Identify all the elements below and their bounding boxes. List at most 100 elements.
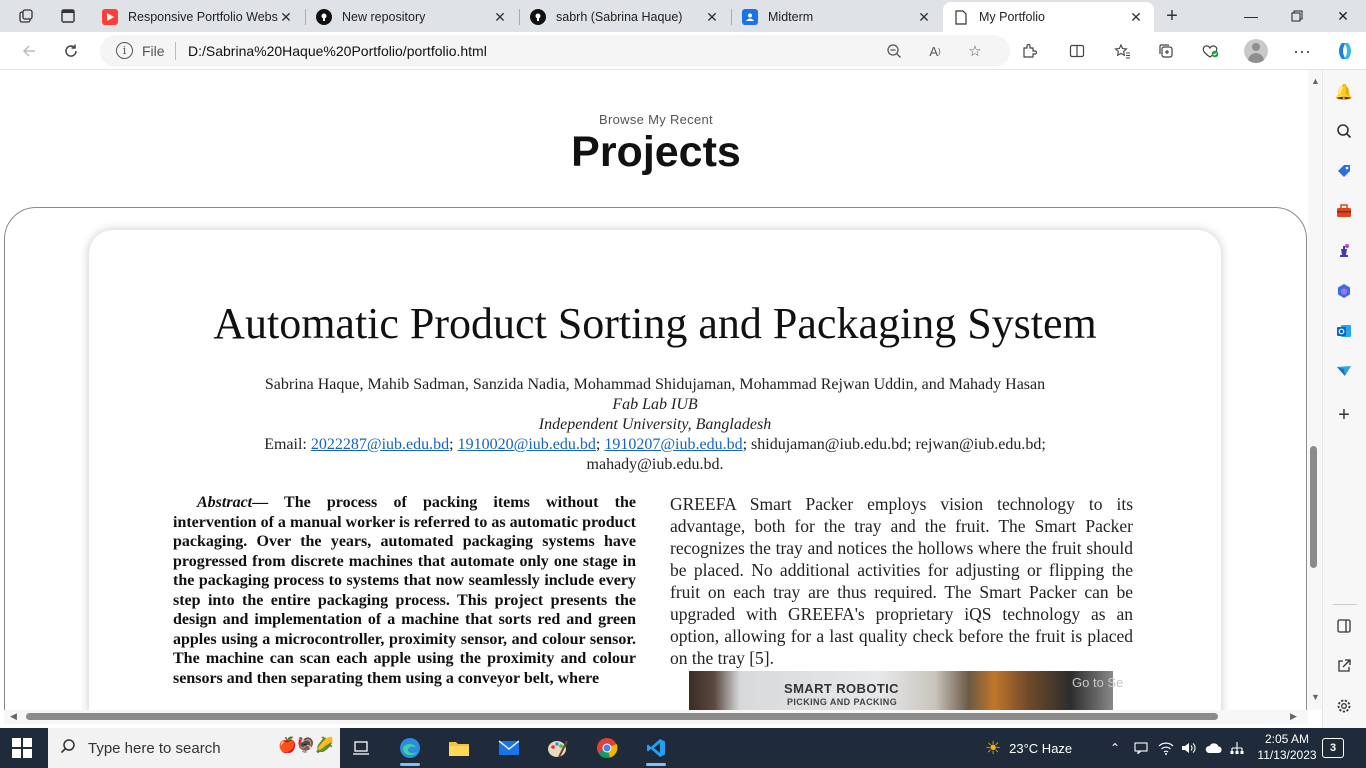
vertical-scrollbar[interactable]: ▲ ▼ xyxy=(1308,70,1322,710)
email-link[interactable]: 1910020@iub.edu.bd xyxy=(458,436,596,453)
tab-midterm[interactable]: Midterm ✕ xyxy=(732,2,942,32)
add-sidebar-app-icon[interactable]: + xyxy=(1333,404,1355,426)
outlook-icon[interactable] xyxy=(1333,320,1355,342)
drop-icon[interactable] xyxy=(1333,360,1355,382)
more-menu-icon[interactable]: ··· xyxy=(1287,37,1317,65)
windows-start-icon[interactable] xyxy=(12,738,32,758)
tab-title: sabrh (Sabrina Haque) xyxy=(556,10,683,24)
search-placeholder: Type here to search xyxy=(88,739,221,757)
browser-essentials-icon[interactable] xyxy=(1195,37,1225,65)
open-external-icon[interactable] xyxy=(1333,655,1355,677)
clock-date: 11/13/2023 xyxy=(1257,748,1317,762)
speech-icon[interactable] xyxy=(1134,728,1148,768)
tab-title: New repository xyxy=(342,10,426,24)
paper-affiliation: Fab Lab IUB xyxy=(612,396,698,413)
paper-email-last: mahady@iub.edu.bd. xyxy=(586,456,724,473)
paper-university: Independent University, Bangladesh xyxy=(538,416,772,433)
tab-github-profile[interactable]: sabrh (Sabrina Haque) ✕ xyxy=(520,2,730,32)
search-icon[interactable] xyxy=(1333,120,1355,142)
minimize-icon[interactable]: — xyxy=(1228,0,1274,32)
paint-icon[interactable] xyxy=(538,732,578,764)
vertical-scroll-thumb[interactable] xyxy=(1310,446,1317,568)
show-hidden-icons[interactable]: ⌃ xyxy=(1110,728,1120,768)
close-window-icon[interactable]: ✕ xyxy=(1320,0,1366,32)
games-icon[interactable] xyxy=(1333,240,1355,262)
youtube-icon xyxy=(102,9,118,25)
address-bar[interactable]: i File D:/Sabrina%20Haque%20Portfolio/po… xyxy=(100,35,1010,67)
github-icon xyxy=(530,9,546,25)
zoom-out-icon[interactable] xyxy=(884,41,904,61)
photo-caption: SMART ROBOTIC xyxy=(784,681,899,696)
restore-icon[interactable] xyxy=(1274,0,1320,32)
weather-text: 23°C Haze xyxy=(1009,740,1073,756)
tools-icon[interactable] xyxy=(1333,200,1355,222)
paper-abstract: Abstract— The process of packing items w… xyxy=(173,493,636,688)
close-tab-icon[interactable]: ✕ xyxy=(916,9,932,26)
abstract-text: — The process of packing items without t… xyxy=(173,494,636,687)
scroll-right-icon[interactable]: ▶ xyxy=(1290,711,1297,722)
section-subtitle: Browse My Recent xyxy=(599,112,713,127)
scroll-left-icon[interactable]: ◀ xyxy=(10,711,17,722)
haze-weather-icon: ☀ xyxy=(985,737,1002,758)
activation-watermark: Go to Se xyxy=(1072,675,1124,690)
email-link[interactable]: 2022287@iub.edu.bd xyxy=(311,436,449,453)
search-highlight-decoration-icon: 🍎🦃🌽 xyxy=(277,737,334,754)
refresh-icon[interactable] xyxy=(56,37,86,65)
file-explorer-icon[interactable] xyxy=(439,732,479,764)
task-view-icon[interactable] xyxy=(341,732,381,764)
new-tab-icon[interactable]: + xyxy=(1158,4,1186,28)
back-icon[interactable] xyxy=(14,37,44,65)
edge-sidebar: 🔔 + xyxy=(1322,70,1366,728)
hide-sidebar-icon[interactable] xyxy=(1333,615,1355,637)
weather-widget[interactable]: ☀ 23°C Haze xyxy=(985,728,1072,768)
horizontal-scroll-thumb[interactable] xyxy=(26,713,1218,720)
chrome-icon[interactable] xyxy=(587,732,627,764)
scroll-up-icon[interactable]: ▲ xyxy=(1311,76,1320,86)
extensions-icon[interactable] xyxy=(1014,37,1044,65)
split-screen-icon[interactable] xyxy=(1062,37,1092,65)
url-text[interactable]: D:/Sabrina%20Haque%20Portfolio/portfolio… xyxy=(188,43,487,59)
bell-icon[interactable]: 🔔 xyxy=(1333,81,1355,103)
profile-avatar[interactable] xyxy=(1241,37,1271,65)
network-lan-icon[interactable] xyxy=(1230,728,1244,768)
search-icon xyxy=(60,738,80,759)
scroll-down-icon[interactable]: ▼ xyxy=(1311,692,1320,702)
paper-right-column: GREEFA Smart Packer employs vision techn… xyxy=(670,494,1133,668)
read-aloud-icon[interactable]: A) xyxy=(925,41,945,61)
vscode-icon[interactable] xyxy=(636,732,676,766)
close-tab-icon[interactable]: ✕ xyxy=(704,9,720,26)
copilot-icon[interactable] xyxy=(1329,37,1359,65)
email-link[interactable]: 1910207@iub.edu.bd xyxy=(604,436,742,453)
mail-icon[interactable] xyxy=(489,732,529,764)
horizontal-scrollbar[interactable]: ◀ ▶ xyxy=(4,710,1308,724)
close-tab-icon[interactable]: ✕ xyxy=(1128,9,1144,26)
close-tab-icon[interactable]: ✕ xyxy=(492,9,508,26)
onedrive-icon[interactable] xyxy=(1205,728,1223,768)
workspaces-icon[interactable] xyxy=(12,4,40,28)
project-paper-preview[interactable]: Automatic Product Sorting and Packaging … xyxy=(89,230,1221,710)
tab-actions-icon[interactable] xyxy=(54,4,82,28)
shopping-tag-icon[interactable] xyxy=(1333,160,1355,182)
wifi-icon[interactable] xyxy=(1158,728,1174,768)
section-heading: Projects xyxy=(571,128,741,176)
windows-taskbar: Type here to search 🍎🦃🌽 ☀ 23°C Haze ⌃ 2:… xyxy=(0,728,1366,768)
notification-center-icon[interactable]: 3 xyxy=(1322,738,1344,758)
github-icon xyxy=(316,9,332,25)
close-tab-icon[interactable]: ✕ xyxy=(278,9,294,26)
taskbar-search-box[interactable]: Type here to search 🍎🦃🌽 xyxy=(48,728,340,768)
tab-new-repository[interactable]: New repository ✕ xyxy=(306,2,518,32)
tab-my-portfolio[interactable]: My Portfolio ✕ xyxy=(943,2,1154,32)
paper-metadata: Sabrina Haque, Mahib Sadman, Sanzida Nad… xyxy=(89,375,1221,475)
system-clock[interactable]: 2:05 AM 11/13/2023 xyxy=(1255,731,1319,763)
favorites-icon[interactable] xyxy=(1107,37,1137,65)
edge-taskbar-icon[interactable] xyxy=(390,732,430,766)
info-icon[interactable]: i xyxy=(116,42,133,59)
collections-icon[interactable] xyxy=(1151,37,1181,65)
microsoft-365-icon[interactable] xyxy=(1333,280,1355,302)
scheme-label: File xyxy=(142,43,165,59)
favorite-star-icon[interactable]: ☆ xyxy=(965,41,985,61)
sidebar-settings-icon[interactable] xyxy=(1333,695,1355,717)
tab-title: Responsive Portfolio Websit xyxy=(128,10,278,24)
volume-icon[interactable] xyxy=(1181,728,1197,768)
tab-youtube[interactable]: Responsive Portfolio Websit ✕ xyxy=(92,2,304,32)
